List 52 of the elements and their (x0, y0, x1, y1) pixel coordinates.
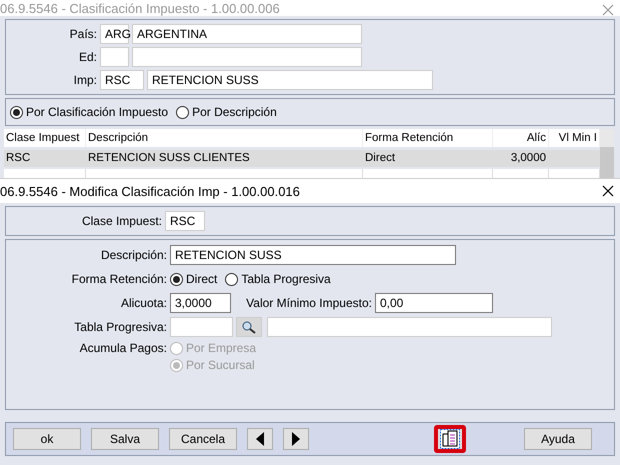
radio-option[interactable]: Tabla Progresiva (225, 272, 331, 286)
input-field[interactable]: RSC (165, 211, 205, 231)
radio-option[interactable]: Por Clasificación Impuesto (10, 105, 168, 119)
document-icon (440, 429, 460, 449)
name-field[interactable] (132, 47, 362, 67)
field-label: Ed: (78, 50, 97, 64)
dialog-button[interactable]: Salva (91, 428, 159, 450)
table-cell: Direct (363, 150, 493, 167)
code-field[interactable] (100, 47, 129, 67)
search-button[interactable] (236, 317, 262, 337)
name-field[interactable]: ARGENTINA (132, 24, 362, 44)
field-label: Descripción: (100, 248, 167, 262)
radio-option[interactable]: Direct (170, 272, 218, 286)
input-field[interactable]: 3,0000 (170, 293, 231, 313)
column-header[interactable]: Alíc (493, 129, 549, 147)
input-field[interactable]: 0,00 (375, 293, 493, 313)
input-field[interactable] (170, 317, 233, 337)
window-title: 06.9.5546 - Modifica Clasificación Imp - 1.00.00.016 (0, 184, 300, 198)
input-field[interactable]: RETENCION SUSS (170, 245, 456, 265)
field-label: Acumula Pagos: (78, 341, 167, 355)
code-field[interactable]: RSC (100, 70, 144, 90)
input-field[interactable] (267, 317, 552, 337)
dialog-button[interactable]: Cancela (169, 428, 237, 450)
close-icon[interactable] (602, 185, 614, 197)
radio-option[interactable]: Por Descripción (176, 105, 277, 119)
field-label: Valor Mínimo Impuesto: (245, 296, 372, 310)
dialog-button[interactable]: ok (13, 428, 81, 450)
next-button[interactable] (283, 428, 309, 450)
left-triangle-icon (255, 432, 265, 446)
field-label: Tabla Progresiva: (73, 320, 167, 334)
table-cell: 3,0000 (493, 150, 549, 167)
search-icon (241, 320, 257, 334)
field-label: Alicuota: (120, 296, 167, 310)
column-header[interactable]: Vl Min I (549, 129, 600, 147)
window-title: 06.9.5546 - Clasificación Impuesto - 1.00.00.006 (0, 1, 280, 16)
column-header[interactable]: Forma Retención (363, 129, 493, 147)
table-cell: RSC (4, 150, 86, 167)
table-cell: RETENCION SUSS CLIENTES (86, 150, 363, 167)
scrollbar[interactable] (600, 129, 614, 181)
field-label: País: (68, 27, 97, 41)
field-label: Clase Impuest: (80, 214, 162, 228)
column-header[interactable]: Clase Impuest (4, 129, 86, 147)
name-field[interactable]: RETENCION SUSS (147, 70, 433, 90)
field-label: Imp: (72, 73, 97, 87)
right-triangle-icon (291, 432, 301, 446)
field-label: Forma Retención: (70, 272, 167, 286)
table-cell (549, 150, 600, 167)
previous-button[interactable] (247, 428, 273, 450)
column-header[interactable]: Descripción (86, 129, 363, 147)
code-field[interactable]: ARG (100, 24, 129, 44)
dialog-button[interactable]: Ayuda (524, 428, 592, 450)
report-button[interactable] (434, 425, 466, 453)
